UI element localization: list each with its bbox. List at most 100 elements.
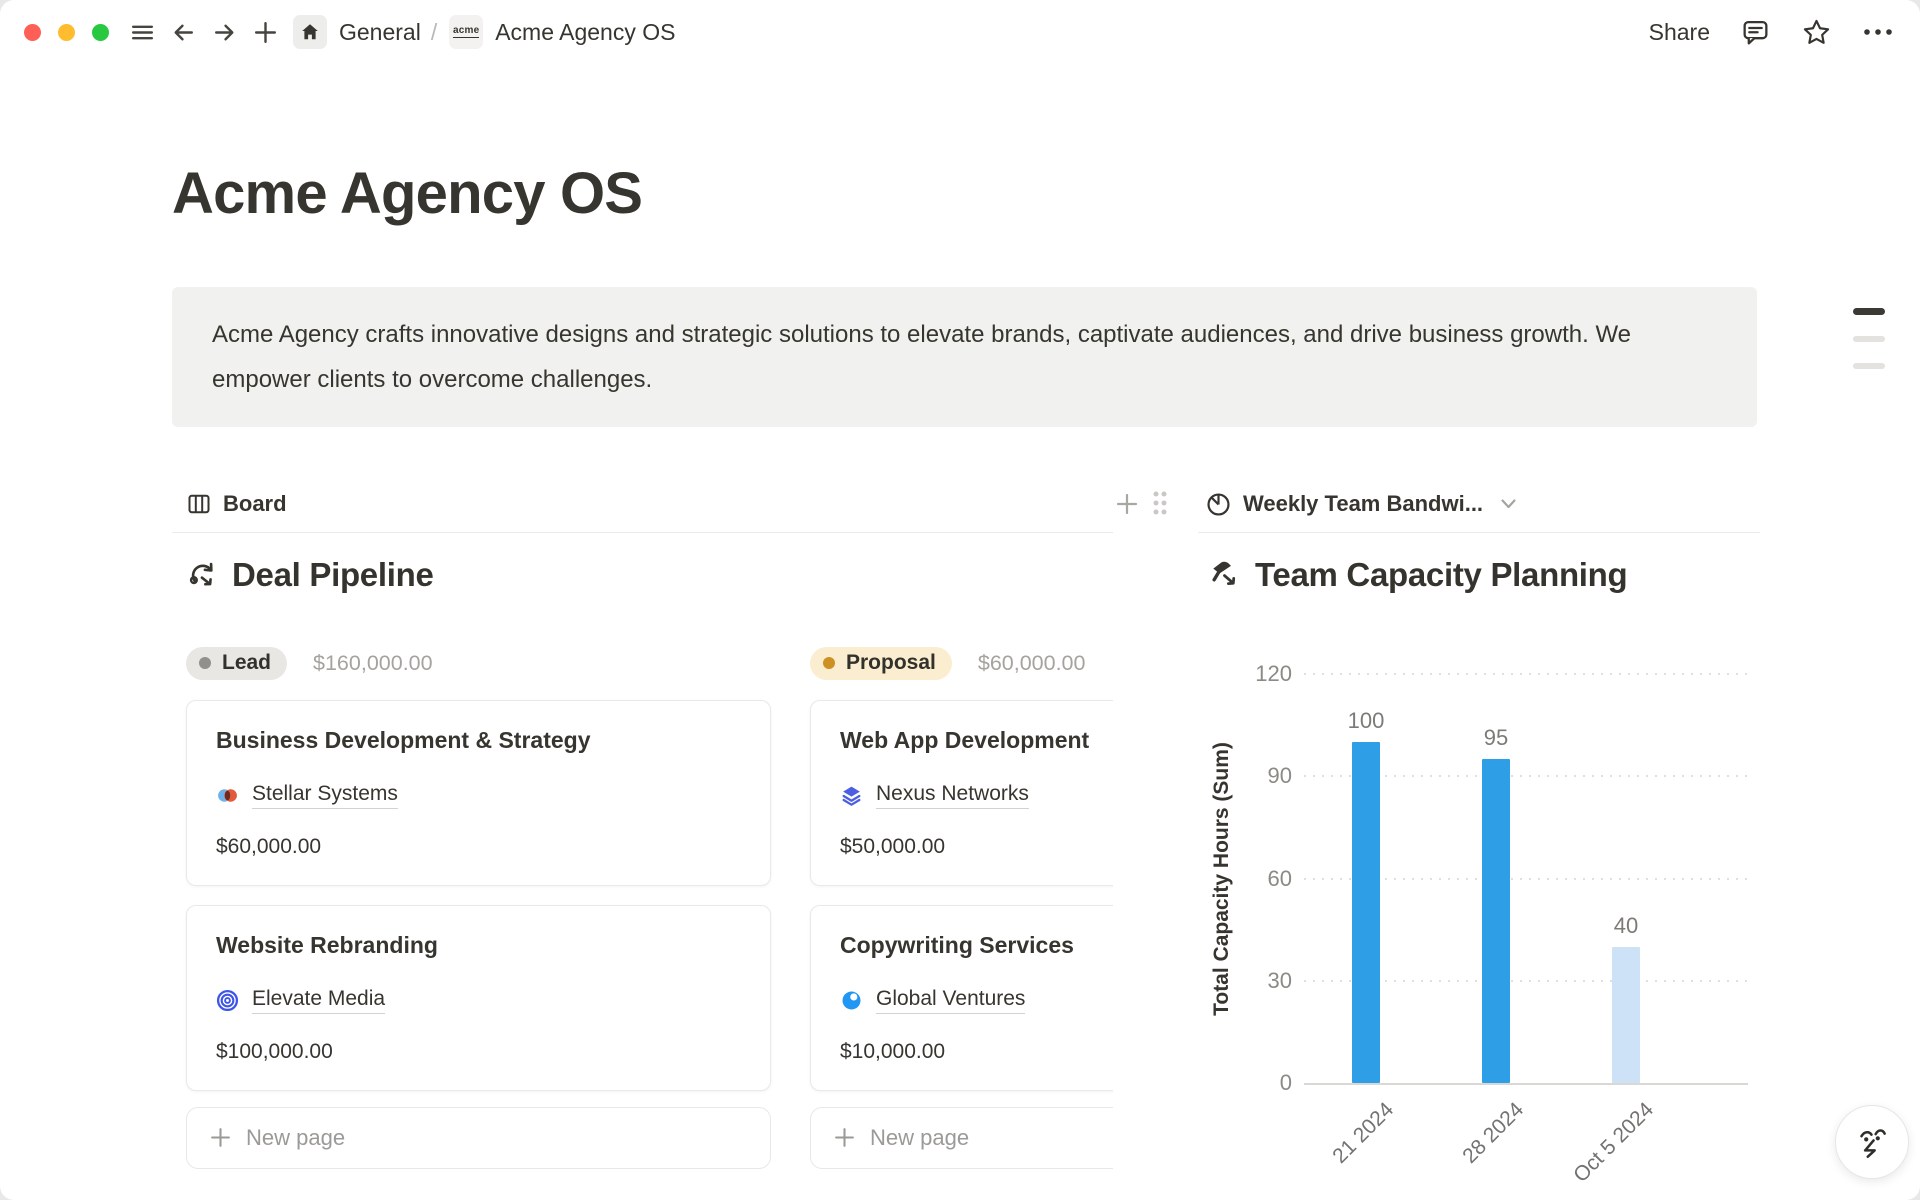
hammer-icon bbox=[1208, 558, 1242, 592]
x-tick-label: 21 2024 bbox=[1328, 1098, 1399, 1169]
titlebar-actions: Share bbox=[1649, 17, 1894, 48]
board-view-icon bbox=[186, 491, 212, 517]
team-capacity-heading: Team Capacity Planning bbox=[1208, 556, 1627, 594]
bar-value-label: 95 bbox=[1456, 725, 1536, 751]
spiral-icon bbox=[216, 989, 239, 1012]
column-header: Proposal $60,000.00 bbox=[810, 645, 1113, 681]
company-link[interactable]: Global Ventures bbox=[876, 987, 1025, 1014]
gridline bbox=[1304, 775, 1748, 777]
gridline bbox=[1304, 878, 1748, 880]
company-link[interactable]: Elevate Media bbox=[252, 987, 385, 1014]
status-badge[interactable]: Lead bbox=[186, 647, 287, 680]
outline-bar bbox=[1853, 363, 1885, 369]
pipeline-icon bbox=[186, 559, 219, 592]
bar bbox=[1482, 759, 1510, 1083]
card-title: Web App Development bbox=[840, 726, 1113, 755]
deal-pipeline-heading: Deal Pipeline bbox=[186, 556, 434, 594]
venn-circles-icon bbox=[216, 784, 239, 807]
zoom-window-button[interactable] bbox=[92, 24, 109, 41]
new-page-label: New page bbox=[870, 1125, 969, 1151]
kanban-card[interactable]: Website Rebranding Elevate Media $100,00… bbox=[186, 905, 771, 1091]
deal-pipeline-title: Deal Pipeline bbox=[232, 556, 434, 594]
board-view-label: Board bbox=[223, 491, 287, 517]
chevron-down-icon[interactable] bbox=[1500, 498, 1517, 510]
callout-text: Acme Agency crafts innovative designs an… bbox=[172, 287, 1757, 427]
pie-chart-view-icon bbox=[1205, 491, 1232, 518]
bar-value-label: 100 bbox=[1326, 708, 1406, 734]
kanban-column-proposal: Proposal $60,000.00 Web App Development … bbox=[810, 645, 1113, 1169]
x-tick-label: 28 2024 bbox=[1458, 1098, 1529, 1169]
card-title: Copywriting Services bbox=[840, 931, 1113, 960]
add-block-icon[interactable] bbox=[1114, 491, 1140, 517]
column-header: Lead $160,000.00 bbox=[186, 645, 771, 681]
titlebar: General / acme Acme Agency OS Share bbox=[0, 0, 1920, 64]
bar bbox=[1612, 947, 1640, 1083]
kanban-card[interactable]: Copywriting Services Global Ventures $10… bbox=[810, 905, 1113, 1091]
layers-icon bbox=[840, 784, 863, 807]
favorite-star-icon[interactable] bbox=[1801, 17, 1832, 48]
company-link[interactable]: Nexus Networks bbox=[876, 782, 1029, 809]
column-sum: $160,000.00 bbox=[313, 651, 433, 676]
kanban-card[interactable]: Business Development & Strategy Stellar … bbox=[186, 700, 771, 886]
minimize-window-button[interactable] bbox=[58, 24, 75, 41]
outline-bar-current bbox=[1853, 308, 1885, 315]
y-tick-label: 0 bbox=[1212, 1070, 1292, 1096]
card-amount: $50,000.00 bbox=[840, 835, 1113, 859]
new-page-button[interactable]: New page bbox=[810, 1107, 1113, 1169]
drag-handle-icon[interactable] bbox=[1150, 488, 1170, 518]
new-page-label: New page bbox=[246, 1125, 345, 1151]
card-amount: $100,000.00 bbox=[216, 1040, 741, 1064]
back-icon[interactable] bbox=[170, 19, 197, 46]
x-tick-label: Oct 5 2024 bbox=[1569, 1098, 1659, 1188]
status-badge[interactable]: Proposal bbox=[810, 647, 952, 680]
breadcrumb-page[interactable]: Acme Agency OS bbox=[495, 19, 675, 46]
page-icon[interactable]: acme bbox=[449, 15, 483, 49]
breadcrumb-separator: / bbox=[431, 19, 437, 46]
outline-bar bbox=[1853, 336, 1885, 342]
window-controls bbox=[24, 24, 109, 41]
chart-view-label: Weekly Team Bandwi... bbox=[1243, 491, 1483, 517]
chart-section-divider bbox=[1198, 532, 1760, 533]
y-tick-label: 120 bbox=[1212, 661, 1292, 687]
card-relation: Nexus Networks bbox=[840, 782, 1113, 809]
kanban-card[interactable]: Web App Development Nexus Networks $50,0… bbox=[810, 700, 1113, 886]
card-title: Business Development & Strategy bbox=[216, 726, 741, 755]
ai-assistant-button[interactable] bbox=[1835, 1105, 1909, 1179]
status-dot bbox=[823, 657, 835, 669]
x-axis-line bbox=[1304, 1083, 1748, 1085]
kanban-column-lead: Lead $160,000.00 Business Development & … bbox=[186, 645, 771, 1169]
bar bbox=[1352, 742, 1380, 1083]
ai-face-icon bbox=[1852, 1122, 1892, 1162]
callout-block: Acme Agency crafts innovative designs an… bbox=[172, 287, 1757, 427]
status-label: Lead bbox=[222, 651, 271, 675]
share-button[interactable]: Share bbox=[1649, 19, 1710, 46]
company-link[interactable]: Stellar Systems bbox=[252, 782, 398, 809]
gridline bbox=[1304, 980, 1748, 982]
home-icon[interactable] bbox=[293, 15, 327, 49]
bar-value-label: 40 bbox=[1586, 913, 1666, 939]
forward-icon[interactable] bbox=[211, 19, 238, 46]
breadcrumb-root[interactable]: General bbox=[339, 19, 421, 46]
comments-icon[interactable] bbox=[1740, 17, 1771, 48]
status-dot bbox=[199, 657, 211, 669]
new-page-icon[interactable] bbox=[252, 19, 279, 46]
acme-logo: acme bbox=[453, 26, 479, 38]
tab-board-view[interactable]: Board bbox=[186, 483, 287, 525]
team-capacity-title: Team Capacity Planning bbox=[1255, 556, 1627, 594]
card-relation: Stellar Systems bbox=[216, 782, 741, 809]
tab-chart-view[interactable]: Weekly Team Bandwi... bbox=[1205, 483, 1517, 525]
close-window-button[interactable] bbox=[24, 24, 41, 41]
card-relation: Elevate Media bbox=[216, 987, 741, 1014]
more-options-icon[interactable] bbox=[1862, 27, 1894, 37]
sidebar-menu-icon[interactable] bbox=[129, 19, 156, 46]
y-axis-title: Total Capacity Hours (Sum) bbox=[1210, 742, 1234, 1016]
page-title: Acme Agency OS bbox=[172, 160, 642, 227]
new-page-button[interactable]: New page bbox=[186, 1107, 771, 1169]
card-amount: $60,000.00 bbox=[216, 835, 741, 859]
column-sum: $60,000.00 bbox=[978, 651, 1086, 676]
ring-icon bbox=[840, 989, 863, 1012]
status-label: Proposal bbox=[846, 651, 936, 675]
kanban-board: Lead $160,000.00 Business Development & … bbox=[172, 640, 1113, 1200]
outline-indicator[interactable] bbox=[1853, 308, 1885, 390]
card-relation: Global Ventures bbox=[840, 987, 1113, 1014]
